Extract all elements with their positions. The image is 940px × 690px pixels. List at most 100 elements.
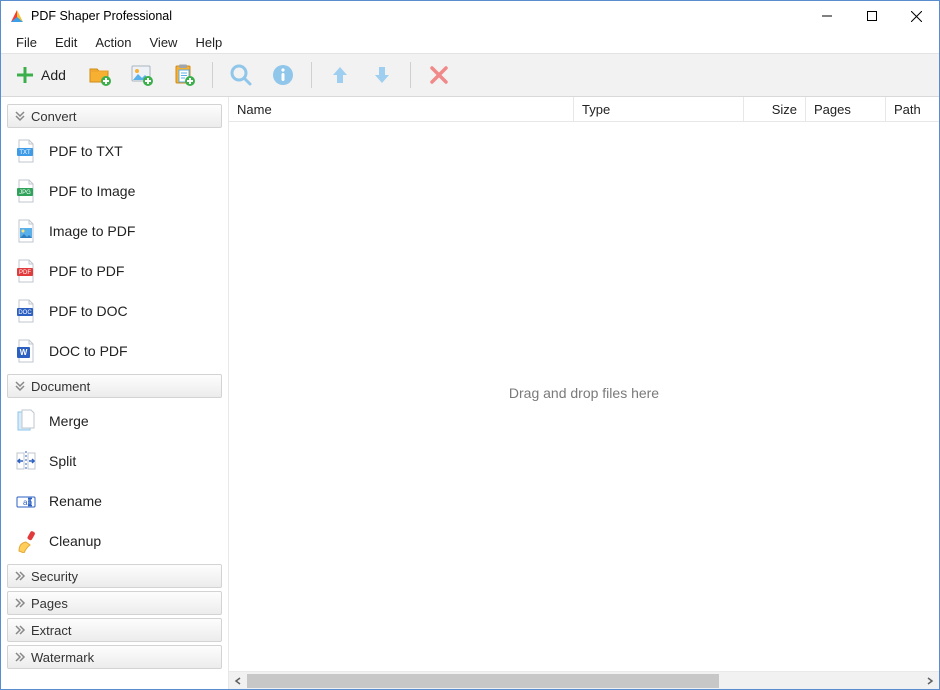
- image-add-icon: [130, 63, 154, 87]
- preview-button[interactable]: [223, 57, 259, 93]
- scroll-thumb[interactable]: [247, 674, 719, 688]
- chevron-right-double-icon: [14, 651, 26, 663]
- rename-icon: ab: [15, 489, 37, 513]
- menu-help[interactable]: Help: [186, 33, 231, 52]
- remove-button[interactable]: [421, 57, 457, 93]
- sidebar-item-label: Rename: [49, 493, 102, 509]
- chevron-right-double-icon: [14, 597, 26, 609]
- menu-view[interactable]: View: [141, 33, 187, 52]
- sidebar-item-pdf-to-image[interactable]: JPG PDF to Image: [7, 171, 222, 211]
- file-list-area[interactable]: Name Type Size Pages Path Drag and drop …: [229, 97, 939, 689]
- sidebar-item-label: PDF to Image: [49, 183, 135, 199]
- column-headers: Name Type Size Pages Path: [229, 97, 939, 122]
- sidebar-item-label: Merge: [49, 413, 89, 429]
- sidebar-item-cleanup[interactable]: Cleanup: [7, 521, 222, 561]
- clipboard-add-icon: [172, 63, 196, 87]
- add-button-label: Add: [41, 67, 66, 83]
- title-bar: PDF Shaper Professional: [1, 1, 939, 31]
- word-icon: W: [15, 339, 37, 363]
- window-title: PDF Shaper Professional: [31, 9, 804, 23]
- sidebar-item-pdf-to-pdf[interactable]: PDF PDF to PDF: [7, 251, 222, 291]
- drop-placeholder: Drag and drop files here: [509, 385, 659, 401]
- arrow-down-icon: [371, 64, 393, 86]
- category-label: Extract: [31, 623, 71, 638]
- menu-bar: File Edit Action View Help: [1, 31, 939, 53]
- sidebar-item-label: Cleanup: [49, 533, 101, 549]
- chevron-right-double-icon: [14, 570, 26, 582]
- sidebar-item-label: PDF to PDF: [49, 263, 124, 279]
- toolbar-separator: [410, 62, 411, 88]
- category-security[interactable]: Security: [7, 564, 222, 588]
- menu-edit[interactable]: Edit: [46, 33, 86, 52]
- app-icon: [9, 8, 25, 24]
- svg-text:PDF: PDF: [19, 270, 31, 276]
- category-label: Pages: [31, 596, 68, 611]
- svg-text:W: W: [20, 348, 28, 357]
- chevron-down-double-icon: [14, 380, 26, 392]
- paste-button[interactable]: [166, 57, 202, 93]
- plus-icon: [15, 65, 35, 85]
- category-label: Security: [31, 569, 78, 584]
- svg-text:TXT: TXT: [19, 150, 31, 156]
- sidebar-item-pdf-to-txt[interactable]: TXT PDF to TXT: [7, 131, 222, 171]
- category-label: Convert: [31, 109, 77, 124]
- jpg-icon: JPG: [15, 179, 37, 203]
- chevron-down-double-icon: [14, 110, 26, 122]
- sidebar-item-label: Image to PDF: [49, 223, 135, 239]
- minimize-button[interactable]: [804, 1, 849, 31]
- column-type[interactable]: Type: [574, 97, 744, 121]
- column-pages[interactable]: Pages: [806, 97, 886, 121]
- scroll-left-arrow-icon[interactable]: [229, 672, 247, 690]
- txt-icon: TXT: [15, 139, 37, 163]
- sidebar-item-rename[interactable]: ab Rename: [7, 481, 222, 521]
- column-path[interactable]: Path: [886, 97, 939, 121]
- sidebar-item-pdf-to-doc[interactable]: DOC PDF to DOC: [7, 291, 222, 331]
- arrow-up-icon: [329, 64, 351, 86]
- sidebar-item-merge[interactable]: Merge: [7, 401, 222, 441]
- sidebar-item-label: PDF to TXT: [49, 143, 123, 159]
- add-button[interactable]: Add: [11, 57, 76, 93]
- toolbar-separator: [311, 62, 312, 88]
- move-up-button[interactable]: [322, 57, 358, 93]
- maximize-button[interactable]: [849, 1, 894, 31]
- menu-file[interactable]: File: [7, 33, 46, 52]
- merge-icon: [15, 409, 37, 433]
- sidebar-item-label: DOC to PDF: [49, 343, 128, 359]
- category-label: Document: [31, 379, 90, 394]
- sidebar-item-split[interactable]: Split: [7, 441, 222, 481]
- move-down-button[interactable]: [364, 57, 400, 93]
- split-icon: [15, 449, 37, 473]
- column-size[interactable]: Size: [744, 97, 806, 121]
- x-icon: [429, 65, 449, 85]
- column-name[interactable]: Name: [229, 97, 574, 121]
- svg-text:DOC: DOC: [18, 310, 32, 316]
- folder-add-icon: [88, 63, 112, 87]
- sidebar-item-label: PDF to DOC: [49, 303, 128, 319]
- menu-action[interactable]: Action: [86, 33, 140, 52]
- horizontal-scrollbar[interactable]: [229, 671, 939, 689]
- scroll-track[interactable]: [247, 672, 921, 690]
- category-pages[interactable]: Pages: [7, 591, 222, 615]
- category-convert[interactable]: Convert: [7, 104, 222, 128]
- doc-icon: DOC: [15, 299, 37, 323]
- sidebar-item-doc-to-pdf[interactable]: W DOC to PDF: [7, 331, 222, 371]
- scroll-right-arrow-icon[interactable]: [921, 672, 939, 690]
- category-document[interactable]: Document: [7, 374, 222, 398]
- sidebar-item-image-to-pdf[interactable]: Image to PDF: [7, 211, 222, 251]
- cleanup-icon: [15, 529, 37, 553]
- svg-text:JPG: JPG: [19, 190, 31, 196]
- close-button[interactable]: [894, 1, 939, 31]
- info-button[interactable]: [265, 57, 301, 93]
- category-label: Watermark: [31, 650, 94, 665]
- pdf-icon: PDF: [15, 259, 37, 283]
- sidebar: Convert TXT PDF to TXT JPG: [1, 97, 229, 689]
- magnifier-icon: [229, 63, 253, 87]
- category-watermark[interactable]: Watermark: [7, 645, 222, 669]
- add-folder-button[interactable]: [82, 57, 118, 93]
- toolbar: Add: [1, 53, 939, 97]
- toolbar-separator: [212, 62, 213, 88]
- image-icon: [15, 219, 37, 243]
- category-extract[interactable]: Extract: [7, 618, 222, 642]
- add-image-button[interactable]: [124, 57, 160, 93]
- info-icon: [272, 64, 294, 86]
